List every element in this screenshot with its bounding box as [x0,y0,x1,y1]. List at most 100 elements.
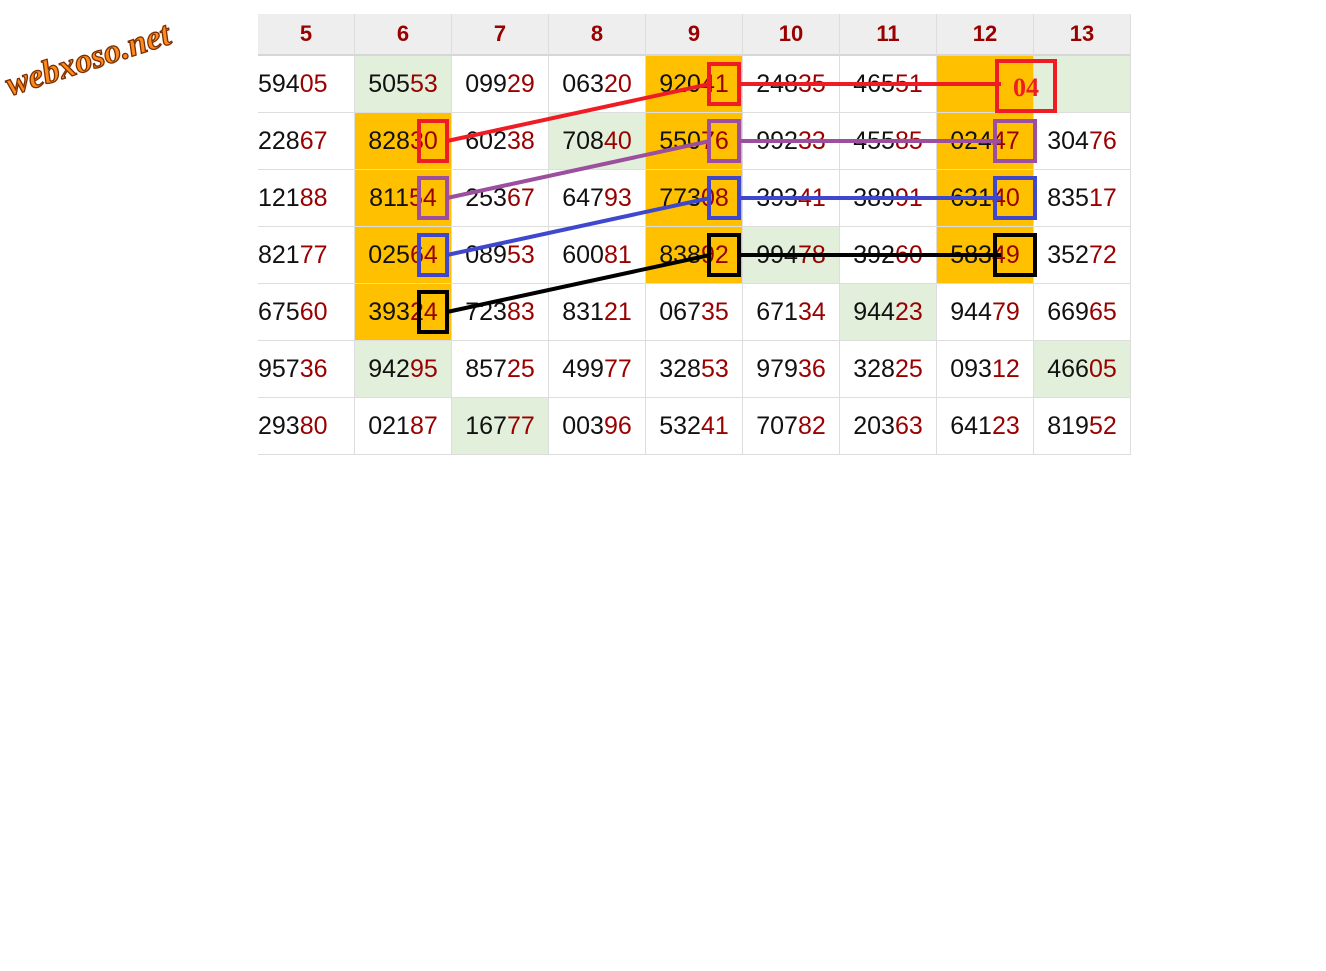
number-tail: 35 [797,70,826,98]
number-head: 465 [853,70,895,98]
number-tail: 65 [1088,298,1117,326]
column-header: 8 [549,14,646,56]
result-cell: 95736 [258,341,355,398]
number-head: 994 [756,241,798,269]
result-cell: 97936 [743,341,840,398]
number-tail: 17 [1088,184,1117,212]
number-tail: 76 [1088,127,1117,155]
number-head: 641 [950,412,992,440]
number-head: 025 [368,241,410,269]
number-tail: 67 [299,127,328,155]
lottery-results-grid: 5 6 7 8 9 10 11 12 13 59405 50553 09929 06320 92041 24… [258,14,1131,456]
result-cell: 38991 [840,170,937,227]
number-tail: 77 [506,412,535,440]
column-header: 12 [937,14,1034,56]
number-head: 550 [659,127,701,155]
result-cell: 06320 [549,56,646,113]
number-head: 063 [562,70,604,98]
result-cell: 67560 [258,284,355,341]
number-tail: 72 [1088,241,1117,269]
number-tail: 49 [991,241,1020,269]
column-header: 10 [743,14,840,56]
number-tail: 05 [299,70,328,98]
number-head: 293 [258,412,300,440]
number-tail: 53 [409,70,438,98]
number-head: 583 [950,241,992,269]
number-tail: 25 [506,355,535,383]
number-tail: 67 [506,184,535,212]
number-head: 328 [659,355,701,383]
number-head: 093 [950,355,992,383]
number-head: 352 [1047,241,1089,269]
result-cell: 32825 [840,341,937,398]
result-cell: 30476 [1034,113,1131,170]
result-cell: 22867 [258,113,355,170]
number-tail: 47 [991,127,1020,155]
result-cell [1034,56,1131,113]
result-cell: 45585 [840,113,937,170]
result-cell: 02447 [937,113,1034,170]
number-head: 393 [368,298,410,326]
result-cell: 02187 [355,398,452,455]
number-tail: 76 [700,127,729,155]
number-head: 857 [465,355,507,383]
result-cell: 94295 [355,341,452,398]
number-head: 392 [853,241,895,269]
number-head: 835 [1047,184,1089,212]
result-cell: 64793 [549,170,646,227]
number-head: 505 [368,70,410,98]
number-tail: 83 [506,298,535,326]
number-head: 992 [756,127,798,155]
number-tail: 63 [894,412,923,440]
number-head: 957 [258,355,300,383]
result-cell: 60238 [452,113,549,170]
number-head: 121 [258,184,300,212]
result-cell: 60081 [549,227,646,284]
number-head: 944 [853,298,895,326]
number-tail: 12 [991,355,1020,383]
number-tail: 78 [797,241,826,269]
result-cell: 70840 [549,113,646,170]
column-header: 11 [840,14,937,56]
result-cell: 58349 [937,227,1034,284]
result-cell [937,56,1034,113]
webxoso-logo: webxoso.net [2,14,177,104]
result-cell: 02564 [355,227,452,284]
result-cell: 24835 [743,56,840,113]
number-head: 466 [1047,355,1089,383]
number-tail: 23 [991,412,1020,440]
number-head: 707 [756,412,798,440]
number-head: 828 [368,127,410,155]
number-tail: 77 [299,241,328,269]
number-head: 304 [1047,127,1089,155]
number-head: 455 [853,127,895,155]
result-cell: 32853 [646,341,743,398]
result-cell: 82830 [355,113,452,170]
number-tail: 25 [894,355,923,383]
result-cell: 70782 [743,398,840,455]
result-cell: 64123 [937,398,1034,455]
number-tail: 60 [299,298,328,326]
number-head: 099 [465,70,507,98]
number-tail: 96 [603,412,632,440]
result-cell: 08953 [452,227,549,284]
number-tail: 77 [603,355,632,383]
number-head: 631 [950,184,992,212]
number-tail: 35 [700,298,729,326]
number-tail: 40 [603,127,632,155]
number-head: 723 [465,298,507,326]
result-cell: 66965 [1034,284,1131,341]
number-tail: 33 [797,127,826,155]
number-head: 248 [756,70,798,98]
result-cell: 50553 [355,56,452,113]
number-tail: 41 [797,184,826,212]
number-tail: 91 [894,184,923,212]
number-tail: 30 [409,127,438,155]
number-tail: 92 [700,241,729,269]
number-tail: 36 [299,355,328,383]
number-tail: 29 [506,70,535,98]
result-cell: 39260 [840,227,937,284]
number-head: 942 [368,355,410,383]
number-tail: 64 [409,241,438,269]
result-cell: 83892 [646,227,743,284]
